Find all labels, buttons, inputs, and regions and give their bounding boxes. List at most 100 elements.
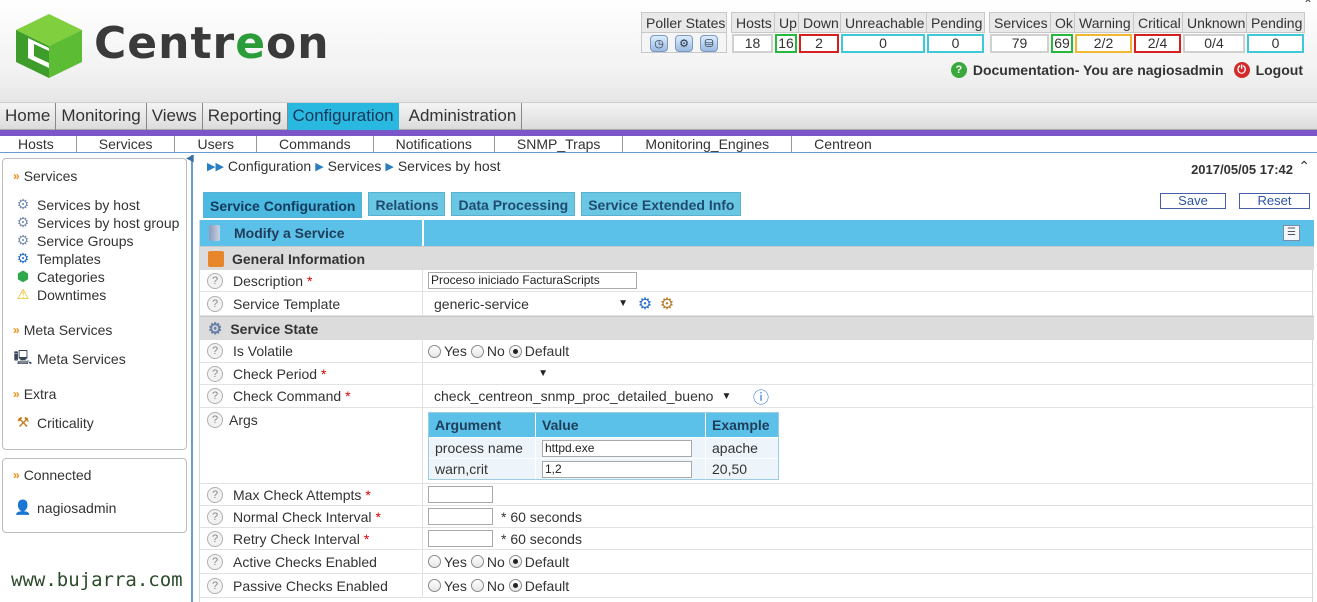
sidebar-item-meta-services[interactable]: 🖳 Meta Services xyxy=(14,349,126,367)
breadcrumb-item[interactable]: Services xyxy=(328,158,382,174)
max-check-attempts-input[interactable] xyxy=(428,486,493,503)
breadcrumb-item[interactable]: Services by host xyxy=(398,158,501,174)
active-checks-no-radio[interactable] xyxy=(470,555,484,568)
hosts-pending-header[interactable]: Pending xyxy=(926,12,985,33)
submenu-hosts[interactable]: Hosts xyxy=(0,136,77,152)
breadcrumb-item[interactable]: Configuration xyxy=(228,158,311,174)
sidebar-divider[interactable] xyxy=(191,155,193,602)
services-pending-header[interactable]: Pending xyxy=(1246,12,1305,33)
services-critical-count[interactable]: 2/4 xyxy=(1134,34,1181,53)
passive-checks-default-radio[interactable] xyxy=(508,579,522,592)
submenu-commands[interactable]: Commands xyxy=(257,136,374,152)
menu-administration[interactable]: Administration xyxy=(404,103,523,130)
sidebar-item-services-by-host-group[interactable]: ⚙ Services by host group xyxy=(14,214,180,231)
retry-check-interval-input[interactable] xyxy=(428,530,493,547)
chevron-up-icon[interactable]: ⌃ xyxy=(1303,0,1313,11)
reset-button[interactable]: Reset xyxy=(1239,193,1310,209)
services-ok-header[interactable]: Ok xyxy=(1050,12,1074,33)
collapse-sidebar-icon[interactable]: ◀ xyxy=(186,153,194,164)
gear-edit-icon[interactable]: ⚙ xyxy=(658,295,676,313)
connected-user[interactable]: 👤 nagiosadmin xyxy=(14,499,116,516)
menu-configuration[interactable]: Configuration xyxy=(287,103,399,130)
help-icon[interactable]: ? xyxy=(207,508,223,525)
service-template-select[interactable]: generic-service ▼ xyxy=(428,294,628,313)
sidebar-item-services-by-host[interactable]: ⚙ Services by host xyxy=(14,196,140,213)
tab-service-configuration[interactable]: Service Configuration xyxy=(203,192,363,218)
normal-check-interval-input[interactable] xyxy=(428,508,493,525)
database-icon[interactable]: ⛁ xyxy=(700,35,718,52)
help-icon[interactable]: ? xyxy=(207,365,223,382)
clock-icon[interactable]: ◷ xyxy=(650,35,668,52)
help-icon[interactable]: ? xyxy=(207,486,223,503)
app-name: Centreon xyxy=(94,18,330,69)
help-icon[interactable]: ? xyxy=(207,530,223,547)
save-button[interactable]: Save xyxy=(1160,193,1226,209)
check-period-select[interactable]: ▼ xyxy=(428,364,548,383)
services-total[interactable]: 79 xyxy=(990,34,1049,53)
tab-service-extended-info[interactable]: Service Extended Info xyxy=(581,192,742,216)
passive-checks-no-radio[interactable] xyxy=(470,579,484,592)
submenu-services[interactable]: Services xyxy=(77,136,176,152)
services-ok-count[interactable]: 69 xyxy=(1051,34,1073,53)
submenu-monitoring-engines[interactable]: Monitoring_Engines xyxy=(623,136,793,152)
services-warning-header[interactable]: Warning xyxy=(1074,12,1133,33)
document-icon[interactable]: ☰ xyxy=(1283,225,1300,241)
menu-views[interactable]: Views xyxy=(147,103,203,130)
chevron-up-icon[interactable]: ⌃ xyxy=(1298,158,1310,175)
hosts-unreachable-count[interactable]: 0 xyxy=(841,34,925,53)
sidebar-item-criticality[interactable]: ⚒ Criticality xyxy=(14,414,94,431)
centreon-logo-icon[interactable] xyxy=(14,12,84,80)
services-unknown-header[interactable]: Unknown xyxy=(1182,12,1246,33)
hosts-header[interactable]: Hosts xyxy=(731,12,774,33)
services-warning-count[interactable]: 2/2 xyxy=(1075,34,1132,53)
arg-value-input[interactable]: 1,2 xyxy=(542,461,692,478)
gear-info-icon[interactable]: ⚙ xyxy=(636,295,654,313)
hosts-total[interactable]: 18 xyxy=(732,34,773,53)
hosts-up-count[interactable]: 16 xyxy=(775,34,797,53)
sidebar-item-categories[interactable]: ⬢ Categories xyxy=(14,268,105,285)
arg-value-input[interactable]: httpd.exe xyxy=(542,440,692,457)
help-icon[interactable]: ? xyxy=(207,577,223,594)
tab-data-processing[interactable]: Data Processing xyxy=(451,192,576,216)
passive-checks-yes-radio[interactable] xyxy=(428,579,441,592)
volatile-no-radio[interactable] xyxy=(470,344,484,358)
hosts-down-count[interactable]: 2 xyxy=(799,34,839,53)
submenu-snmp-traps[interactable]: SNMP_Traps xyxy=(495,136,624,152)
help-icon[interactable]: ? xyxy=(207,412,223,428)
hosts-pending-count[interactable]: 0 xyxy=(927,34,984,53)
logout-link[interactable]: Logout xyxy=(1256,62,1303,78)
sidebar-item-downtimes[interactable]: ⚠ Downtimes xyxy=(14,286,107,303)
breadcrumb: ▶▶ Configuration ▶ Services ▶ Services b… xyxy=(207,158,501,174)
help-icon[interactable]: ? xyxy=(207,343,223,359)
tab-relations[interactable]: Relations xyxy=(368,192,446,216)
services-critical-header[interactable]: Critical xyxy=(1133,12,1182,33)
services-pending-count[interactable]: 0 xyxy=(1247,34,1304,53)
help-icon[interactable]: ? xyxy=(207,553,223,570)
active-checks-yes-radio[interactable] xyxy=(428,555,441,568)
help-icon[interactable]: ? xyxy=(207,272,223,289)
menu-reporting[interactable]: Reporting xyxy=(203,103,288,130)
check-command-select[interactable]: check_centreon_snmp_proc_detailed_bueno ▼ xyxy=(428,387,744,405)
menu-monitoring[interactable]: Monitoring xyxy=(56,103,147,130)
help-icon[interactable]: ? xyxy=(207,388,223,404)
hosts-up-header[interactable]: Up xyxy=(774,12,798,33)
sidebar-item-templates[interactable]: ⚙ Templates xyxy=(14,250,101,267)
gear-icon[interactable]: ⚙ xyxy=(675,35,693,52)
volatile-yes-radio[interactable] xyxy=(428,344,441,358)
active-checks-default-radio[interactable] xyxy=(508,555,522,568)
services-header[interactable]: Services xyxy=(989,12,1050,33)
volatile-default-radio[interactable] xyxy=(508,344,522,358)
submenu-centreon[interactable]: Centreon xyxy=(792,136,894,152)
submenu-users[interactable]: Users xyxy=(175,136,258,152)
services-unknown-count[interactable]: 0/4 xyxy=(1183,34,1245,53)
hosts-unreachable-header[interactable]: Unreachable xyxy=(840,12,926,33)
sidebar-item-service-groups[interactable]: ⚙ Service Groups xyxy=(14,232,134,249)
submenu-notifications[interactable]: Notifications xyxy=(374,136,495,152)
power-icon[interactable]: ⏻ xyxy=(1233,62,1250,78)
description-input[interactable]: Proceso iniciado FacturaScripts xyxy=(428,272,637,289)
info-icon[interactable]: ⓘ xyxy=(752,387,770,407)
menu-home[interactable]: Home xyxy=(0,103,57,130)
hosts-down-header[interactable]: Down xyxy=(798,12,840,33)
documentation-link[interactable]: Documentation xyxy=(973,62,1075,78)
help-icon[interactable]: ? xyxy=(207,295,223,312)
